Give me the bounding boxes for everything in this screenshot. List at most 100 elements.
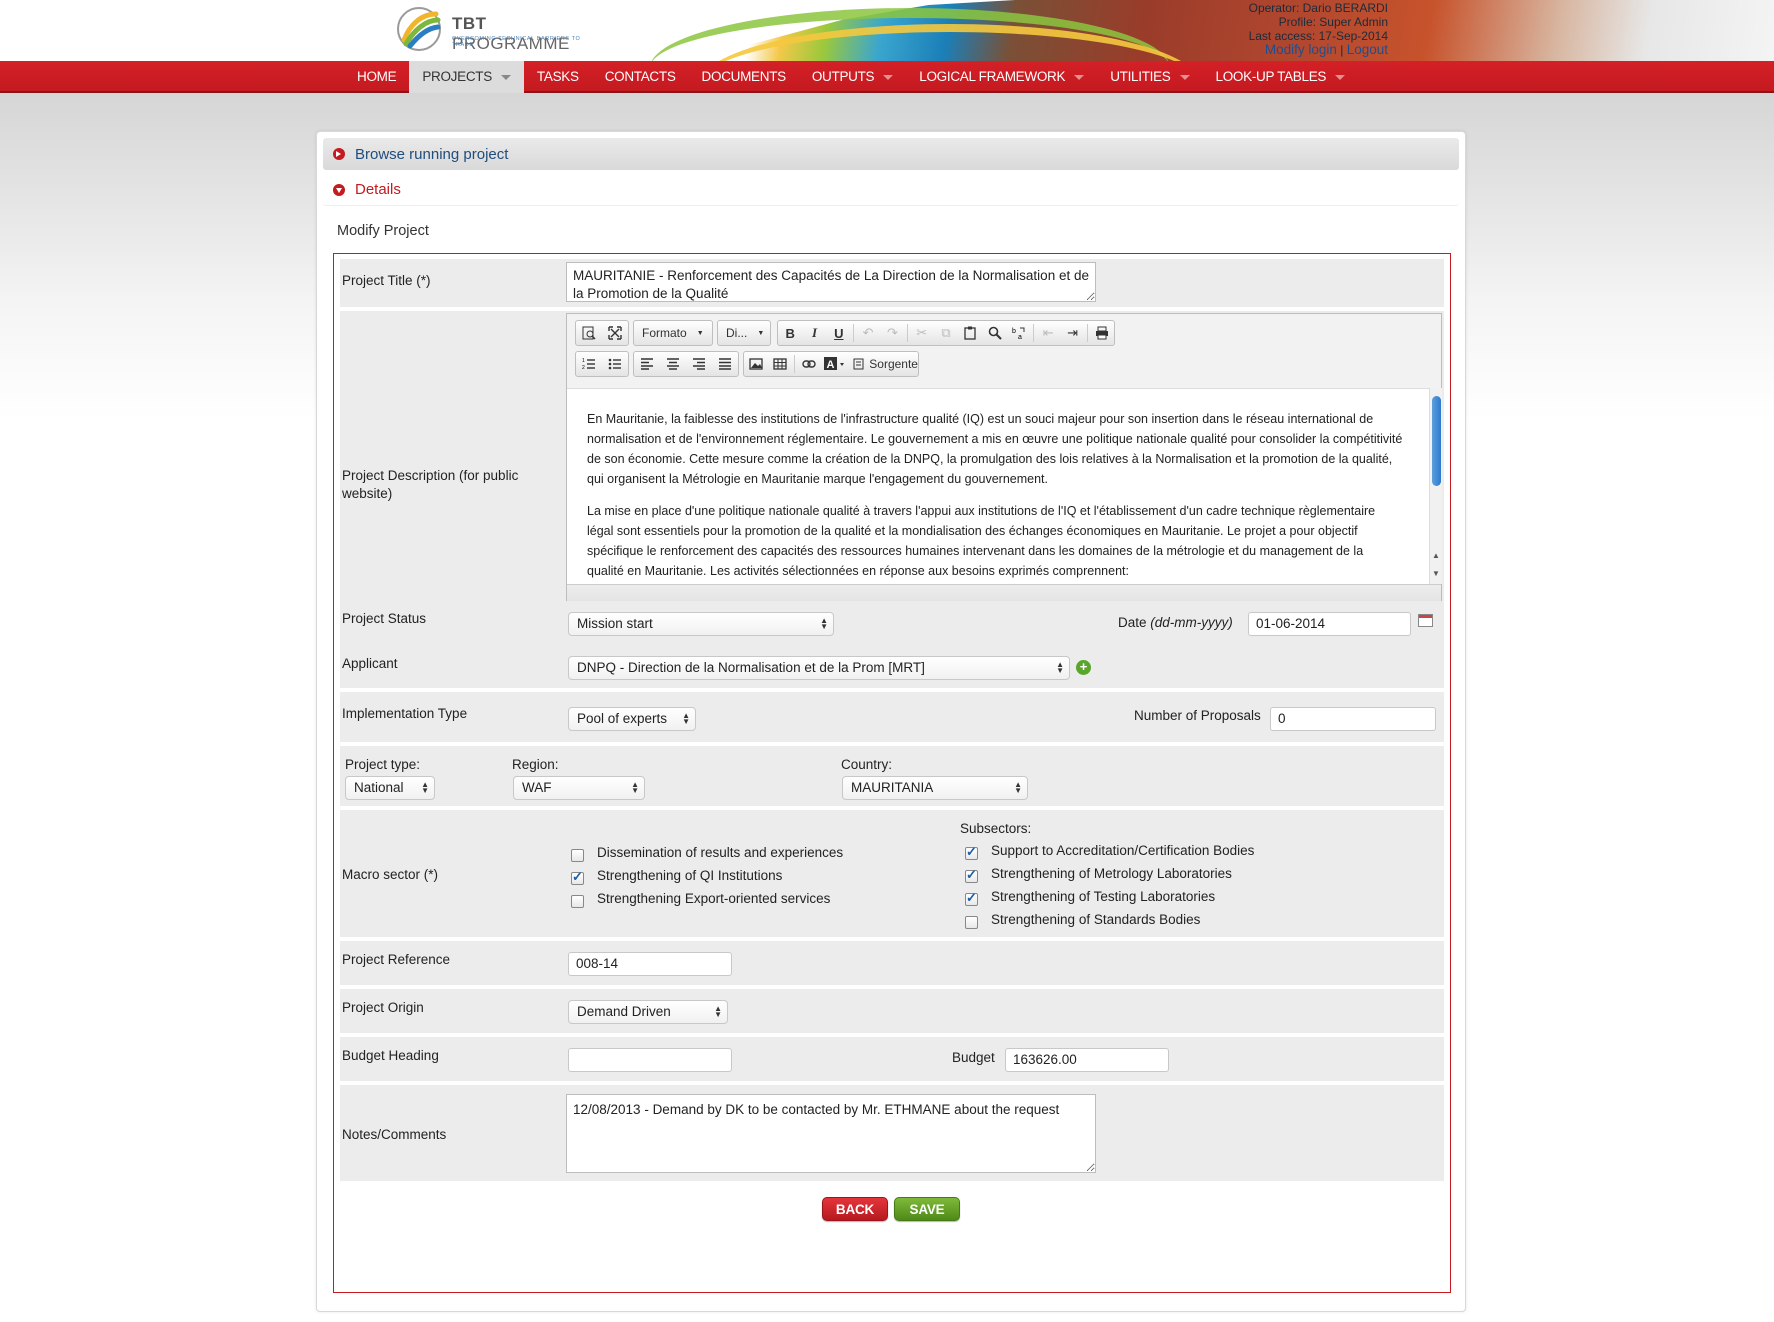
outdent-icon[interactable]: ⇤ bbox=[1036, 321, 1060, 345]
nav-lookup-tables[interactable]: LOOK-UP TABLES bbox=[1203, 61, 1359, 93]
nav-contacts[interactable]: CONTACTS bbox=[592, 61, 689, 93]
svg-text:2: 2 bbox=[582, 365, 585, 371]
bulleted-list-icon[interactable] bbox=[602, 352, 628, 376]
macro-checkbox-2[interactable] bbox=[571, 869, 584, 885]
image-icon[interactable] bbox=[744, 352, 768, 376]
subsector-checkbox-4[interactable] bbox=[965, 916, 978, 929]
operator-info: Operator: Dario BERARDI Profile: Super A… bbox=[1249, 1, 1388, 57]
accordion-browse-running-project[interactable]: Browse running project bbox=[323, 138, 1459, 170]
source-button-label: Sorgente bbox=[869, 357, 918, 371]
notes-textarea[interactable]: 12/08/2013 - Demand by DK to be contacte… bbox=[566, 1094, 1096, 1173]
source-button[interactable]: Sorgente bbox=[849, 352, 918, 376]
chevron-down-icon bbox=[883, 74, 894, 80]
align-right-icon[interactable] bbox=[686, 352, 712, 376]
macro-checkbox-2-label: Strengthening of QI Institutions bbox=[597, 868, 783, 883]
region-select[interactable]: WAF ▲ ▼ bbox=[513, 776, 645, 800]
format-combo[interactable]: Formato ▼ bbox=[633, 320, 713, 346]
nav-items: HOME PROJECTS TASKS CONTACTS DOCUMENTS O… bbox=[344, 61, 1358, 93]
cut-icon[interactable]: ✂ bbox=[910, 321, 934, 345]
project-origin-select[interactable]: Demand Driven ▲ ▼ bbox=[568, 1000, 728, 1024]
nav-home[interactable]: HOME bbox=[344, 61, 409, 93]
align-left-icon[interactable] bbox=[634, 352, 660, 376]
size-combo-inner: Di... ▼ bbox=[718, 321, 772, 345]
indent-icon[interactable]: ⇥ bbox=[1060, 321, 1084, 345]
nav-logical-framework[interactable]: LOGICAL FRAMEWORK bbox=[906, 61, 1097, 93]
tbt-logo[interactable]: TBT PROGRAMME OVERCOMING TECHNICAL BARRI… bbox=[396, 6, 596, 56]
replace-icon[interactable]: ba bbox=[1007, 321, 1031, 345]
nav-projects-label: PROJECTS bbox=[422, 69, 492, 84]
select-arrows-icon: ▲ ▼ bbox=[820, 616, 828, 631]
nav-utilities[interactable]: UTILITIES bbox=[1097, 61, 1202, 93]
table-icon[interactable] bbox=[768, 352, 792, 376]
project-type-select[interactable]: National ▲ ▼ bbox=[345, 776, 435, 800]
project-title-input[interactable]: MAURITANIE - Renforcement des Capacités … bbox=[566, 262, 1096, 302]
tbt-logo-icon bbox=[397, 7, 441, 51]
copy-icon[interactable]: ⧉ bbox=[934, 321, 958, 345]
operator-profile: Profile: Super Admin bbox=[1278, 15, 1388, 29]
select-arrows-icon: ▲ ▼ bbox=[1014, 780, 1022, 795]
bold-icon[interactable]: B bbox=[778, 321, 802, 345]
accordion-details[interactable]: Details bbox=[323, 174, 1459, 206]
logo-title: TBT PROGRAMME bbox=[452, 14, 570, 53]
paste-icon[interactable] bbox=[958, 321, 982, 345]
nav-tasks[interactable]: TASKS bbox=[524, 61, 592, 93]
source-icon bbox=[853, 358, 864, 370]
nav-projects[interactable]: PROJECTS bbox=[409, 61, 524, 93]
notes-label: Notes/Comments bbox=[342, 1127, 447, 1142]
align-center-icon[interactable] bbox=[660, 352, 686, 376]
numbered-list-icon[interactable]: 12 bbox=[576, 352, 602, 376]
link-separator: | bbox=[1340, 43, 1344, 57]
editor-scrollbar[interactable]: ▲ ▼ bbox=[1429, 388, 1442, 584]
modify-login-link[interactable]: Modify login bbox=[1265, 42, 1337, 57]
number-of-proposals-input[interactable]: 0 bbox=[1270, 707, 1436, 731]
editor-scrollbar-thumb[interactable] bbox=[1432, 396, 1441, 486]
macro-checkbox-1[interactable] bbox=[571, 849, 584, 862]
scroll-down-icon[interactable]: ▼ bbox=[1432, 570, 1440, 578]
operator-last-access: Last access: 17-Sep-2014 bbox=[1248, 29, 1388, 43]
project-reference-input[interactable]: 008-14 bbox=[568, 952, 732, 976]
align-justify-icon[interactable] bbox=[712, 352, 738, 376]
budget-input[interactable]: 163626.00 bbox=[1005, 1048, 1169, 1072]
calendar-icon[interactable] bbox=[1418, 614, 1433, 627]
editor-content[interactable]: En Mauritanie, la faiblesse des institut… bbox=[567, 388, 1429, 584]
project-reference-label: Project Reference bbox=[342, 952, 451, 967]
row-notes: Notes/Comments 12/08/2013 - Demand by DK… bbox=[340, 1085, 1444, 1181]
macro-checkbox-3[interactable] bbox=[571, 895, 584, 908]
find-icon[interactable] bbox=[983, 321, 1007, 345]
applicant-select[interactable]: DNPQ - Direction de la Normalisation et … bbox=[568, 656, 1070, 680]
maximize-icon[interactable] bbox=[602, 321, 628, 345]
underline-icon[interactable]: U bbox=[827, 321, 851, 345]
nav-contacts-label: CONTACTS bbox=[604, 69, 676, 84]
subsector-checkbox-2[interactable] bbox=[965, 867, 978, 883]
country-label: Country: bbox=[841, 757, 893, 772]
logout-link[interactable]: Logout bbox=[1347, 42, 1388, 57]
subsector-checkbox-1[interactable] bbox=[965, 844, 978, 860]
budget-heading-input[interactable] bbox=[568, 1048, 732, 1072]
toolbar-group-edit: B I U ↶ ↷ ✂ ⧉ ba ⇤ ⇥ bbox=[777, 320, 1115, 346]
link-icon[interactable] bbox=[797, 352, 821, 376]
scroll-up-icon[interactable]: ▲ bbox=[1432, 552, 1440, 560]
add-applicant-icon[interactable]: + bbox=[1076, 660, 1091, 675]
nav-documents[interactable]: DOCUMENTS bbox=[689, 61, 799, 93]
redo-icon[interactable]: ↷ bbox=[880, 321, 904, 345]
subsector-checkbox-3[interactable] bbox=[965, 890, 978, 906]
size-combo[interactable]: Di... ▼ bbox=[717, 320, 771, 346]
undo-icon[interactable]: ↶ bbox=[856, 321, 880, 345]
subsector-checkbox-2-label: Strengthening of Metrology Laboratories bbox=[991, 866, 1232, 881]
macro-checkbox-3-label: Strengthening Export-oriented services bbox=[597, 891, 831, 906]
date-input[interactable]: 01-06-2014 bbox=[1248, 612, 1411, 636]
project-status-value: Mission start bbox=[577, 616, 653, 631]
toolbar-group-lists: 12 bbox=[575, 351, 629, 377]
text-color-icon[interactable]: A bbox=[821, 352, 849, 376]
row-macro-sector: Macro sector (*) Dissemination of result… bbox=[340, 810, 1444, 937]
project-status-select[interactable]: Mission start ▲ ▼ bbox=[568, 612, 834, 636]
print-icon[interactable] bbox=[1090, 321, 1114, 345]
implementation-type-select[interactable]: Pool of experts ▲ ▼ bbox=[568, 707, 696, 731]
nav-outputs[interactable]: OUTPUTS bbox=[799, 61, 906, 93]
back-button[interactable]: BACK bbox=[822, 1197, 888, 1221]
preview-icon[interactable] bbox=[576, 321, 602, 345]
italic-icon[interactable]: I bbox=[802, 321, 826, 345]
save-button[interactable]: SAVE bbox=[894, 1197, 960, 1221]
row-budget: Budget Heading Budget 163626.00 bbox=[340, 1037, 1444, 1081]
country-select[interactable]: MAURITANIA ▲ ▼ bbox=[842, 776, 1028, 800]
